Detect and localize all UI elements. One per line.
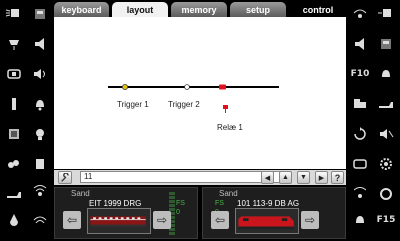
loco-2-address: Sand xyxy=(219,189,238,198)
layout-toolbar: 11 ◀ ▲ ▼ ▶ ? xyxy=(54,170,346,185)
arrow-left-icon: ⇦ xyxy=(66,213,78,227)
trigger-2-marker xyxy=(184,84,190,90)
radio-icon[interactable] xyxy=(30,184,50,200)
loco-panel-1[interactable]: Sand EIT 1999 DRG FS 0 ⇦ ⇨ xyxy=(54,187,198,239)
lamp-icon[interactable] xyxy=(4,36,24,52)
horn-icon[interactable] xyxy=(30,36,50,52)
sound-icon[interactable] xyxy=(30,66,50,82)
whistle-icon[interactable] xyxy=(4,186,24,202)
help-button[interactable]: ? xyxy=(331,171,344,184)
horn-icon[interactable] xyxy=(350,36,370,52)
loco-2-name: 101 113-9 DB AG xyxy=(237,199,300,208)
f10-function-icon[interactable]: F10 xyxy=(350,66,370,82)
bell-icon[interactable] xyxy=(350,212,370,228)
address-field[interactable]: 11 xyxy=(80,171,286,183)
tab-memory[interactable]: memory xyxy=(171,2,227,17)
shunting-icon[interactable] xyxy=(350,96,370,112)
f15-function-icon[interactable]: F15 xyxy=(376,212,396,228)
loco-2-forward-button[interactable]: ⇨ xyxy=(301,211,319,229)
trigger-1-marker xyxy=(122,84,129,91)
tab-control[interactable]: control xyxy=(290,2,346,17)
light-icon[interactable] xyxy=(376,5,396,21)
loco-panel-2[interactable]: Sand 101 113-9 DB AG FS0 ⇦ ⇨ xyxy=(202,187,346,239)
layout-canvas[interactable]: Trigger 1 Trigger 2 Relæ 1 xyxy=(54,17,346,169)
gear-icon[interactable] xyxy=(376,156,396,172)
relay-1-icon xyxy=(223,105,228,109)
scroll-down-button[interactable]: ▼ xyxy=(297,171,310,184)
track-diagram xyxy=(108,84,279,113)
shunting-icon[interactable] xyxy=(30,156,50,172)
loco-2-reverse-button[interactable]: ⇦ xyxy=(211,211,229,229)
wrench-icon xyxy=(61,172,69,182)
sound-wave-icon[interactable] xyxy=(350,5,370,21)
cab-light-icon[interactable] xyxy=(30,6,50,22)
smoke-icon[interactable] xyxy=(4,126,24,142)
coupler-icon[interactable] xyxy=(350,156,370,172)
arrow-right-icon: ⇨ xyxy=(304,213,316,227)
left-function-column xyxy=(0,0,54,241)
bell-icon[interactable] xyxy=(30,96,50,112)
radio-icon[interactable] xyxy=(350,186,370,202)
loco-1-name: EIT 1999 DRG xyxy=(89,199,142,208)
arrow-up-icon: ▲ xyxy=(282,174,289,181)
mute-icon[interactable] xyxy=(376,126,396,142)
drop-icon[interactable] xyxy=(4,212,24,228)
tab-layout[interactable]: layout xyxy=(112,2,168,18)
loco-1-image xyxy=(87,208,151,234)
refresh-icon[interactable] xyxy=(350,126,370,142)
arrow-down-icon: ▼ xyxy=(300,174,307,181)
arrow-right-icon: ⇨ xyxy=(156,213,168,227)
edit-tool-button[interactable] xyxy=(58,171,72,184)
scroll-right-button[interactable]: ▶ xyxy=(315,171,328,184)
loco-1-address: Sand xyxy=(71,189,90,198)
tab-keyboard[interactable]: keyboard xyxy=(54,2,109,17)
loco-2-image xyxy=(235,208,299,234)
bell-icon[interactable] xyxy=(376,66,396,82)
arrow-right-icon: ▶ xyxy=(318,174,325,182)
loco-1-forward-button[interactable]: ⇨ xyxy=(153,211,171,229)
coupler-icon[interactable] xyxy=(4,66,24,82)
scroll-up-button[interactable]: ▲ xyxy=(279,171,292,184)
sound-wave-icon[interactable] xyxy=(30,212,50,228)
right-function-column: F10 F15 xyxy=(346,0,400,241)
light-icon[interactable] xyxy=(4,5,24,21)
trigger-1-label: Trigger 1 xyxy=(117,100,149,109)
brake-icon[interactable] xyxy=(376,186,396,202)
whistle-icon[interactable] xyxy=(376,96,396,112)
loco-1-reverse-button[interactable]: ⇦ xyxy=(63,211,81,229)
cab-light-icon[interactable] xyxy=(376,36,396,52)
steam-icon[interactable] xyxy=(4,156,24,172)
arrow-left-icon: ◀ xyxy=(264,174,271,182)
relay-1-label: Relæ 1 xyxy=(217,123,243,132)
tab-setup[interactable]: setup xyxy=(230,2,286,17)
bulb-icon[interactable] xyxy=(30,126,50,142)
trigger-2-label: Trigger 2 xyxy=(168,100,200,109)
pantograph-icon[interactable] xyxy=(4,96,24,112)
signal-icon xyxy=(219,84,226,90)
tab-bar: keyboard layout memory setup control xyxy=(54,2,346,18)
arrow-left-icon: ⇦ xyxy=(214,213,226,227)
loco-1-speed-step: FS 0 xyxy=(176,200,185,216)
scroll-left-button[interactable]: ◀ xyxy=(261,171,274,184)
